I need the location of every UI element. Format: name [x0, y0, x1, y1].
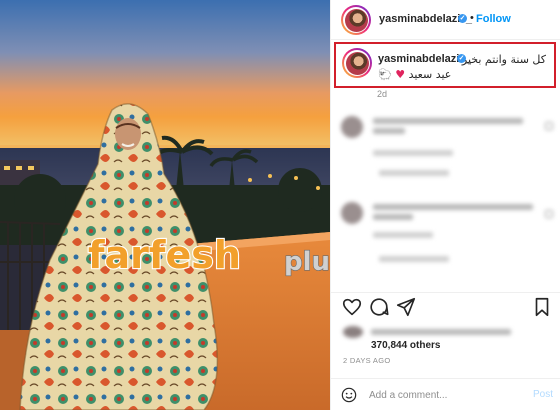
watermark-main: farfesh — [88, 233, 241, 277]
likes-summary[interactable]: 370,844 others — [331, 324, 560, 358]
heart-icon[interactable] — [545, 122, 553, 130]
divider — [331, 292, 560, 293]
caption-text-line2: 🐑 ♥ عيد سعيد — [378, 68, 451, 81]
comment-icon[interactable] — [368, 296, 390, 318]
comment-input[interactable] — [369, 386, 519, 404]
sunset-scene — [0, 0, 330, 410]
avatar — [341, 116, 363, 138]
watermark-tail: plus.com — [284, 247, 330, 277]
caption-avatar[interactable] — [342, 48, 372, 78]
verified-icon: ✓ — [458, 14, 467, 23]
avatar — [341, 202, 363, 224]
list-item — [339, 114, 553, 176]
post-date: 2 DAYS AGO — [343, 356, 391, 365]
comments-list — [331, 100, 560, 292]
post-photo[interactable]: farfesh plus.com — [0, 0, 330, 410]
heart-icon[interactable] — [545, 210, 553, 218]
list-item — [339, 202, 553, 262]
sheep-emoji: 🐑 — [378, 68, 392, 81]
caption-time: 2d — [377, 89, 388, 99]
share-icon[interactable] — [395, 296, 417, 318]
liked-by-blurred — [343, 326, 523, 338]
caption-eid-text: عيد سعيد — [408, 68, 452, 81]
follow-button[interactable]: Follow — [476, 13, 511, 25]
action-bar — [331, 294, 560, 320]
likes-count[interactable]: 370,844 others — [371, 340, 441, 351]
avatar[interactable] — [341, 5, 371, 35]
comment-composer: Post — [331, 378, 560, 410]
separator-dot: • — [470, 12, 474, 24]
post-side-panel: yasminabdelaziz_ ✓ • Follow yasminabdela… — [330, 0, 560, 410]
caption-text-line1: كل سنة وانتم بخير — [461, 53, 546, 66]
post-button[interactable]: Post — [533, 389, 553, 400]
bookmark-icon[interactable] — [531, 296, 553, 318]
post-header: yasminabdelaziz_ ✓ • Follow — [331, 0, 560, 40]
caption-highlight: yasminabdelaziz_ ✓ كل سنة وانتم بخير 🐑 ♥… — [334, 42, 556, 88]
heart-icon[interactable] — [341, 296, 363, 318]
heart-emoji: ♥ — [395, 68, 406, 81]
emoji-icon[interactable] — [341, 387, 357, 403]
farfesh-watermark: farfesh plus.com — [86, 232, 330, 280]
